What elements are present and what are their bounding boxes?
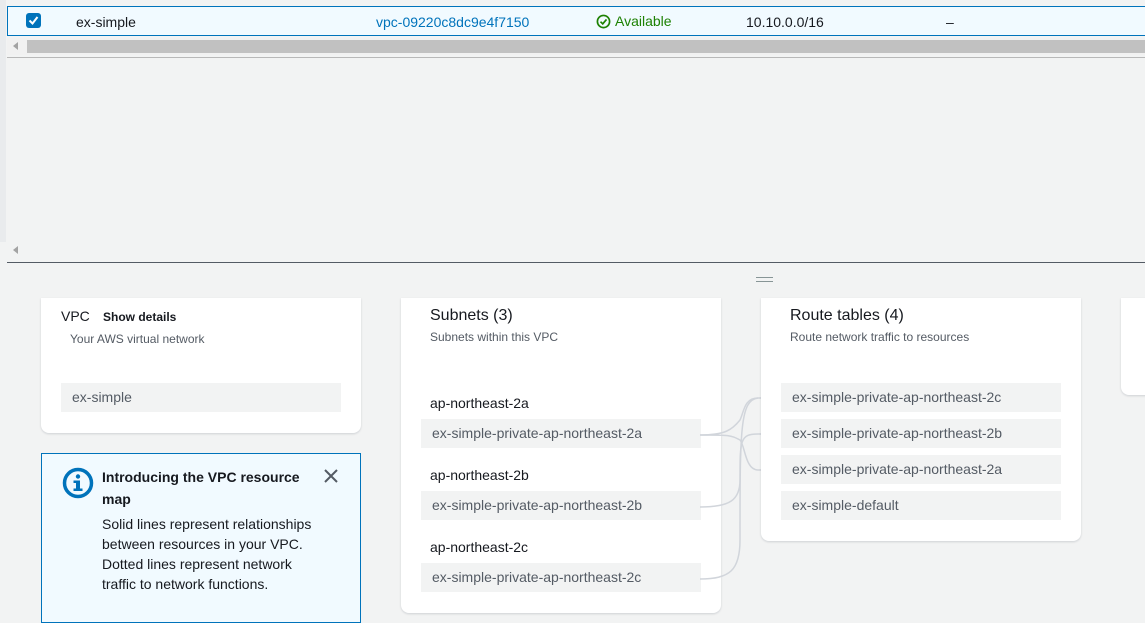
table-bottom-border — [7, 57, 1145, 58]
subnets-card: Subnets (3) Subnets within this VPC ap-n… — [401, 298, 721, 613]
resize-handle-icon[interactable] — [756, 277, 773, 283]
route-tables-card-title: Route tables (4) — [790, 307, 904, 324]
scroll-left-arrow-icon[interactable] — [13, 246, 18, 254]
az-label: ap-northeast-2a — [430, 395, 529, 411]
close-icon[interactable] — [324, 469, 338, 483]
vpc-id-link[interactable]: vpc-09220c8dc9e4f7150 — [376, 14, 529, 30]
scroll-left-arrow-icon[interactable] — [13, 42, 18, 50]
network-connections-card — [1121, 298, 1145, 395]
subnet-item[interactable]: ex-simple-private-ap-northeast-2a — [421, 419, 701, 448]
subnets-card-title: Subnets (3) — [430, 307, 513, 324]
vpc-card: VPC Show details Your AWS virtual networ… — [41, 298, 361, 433]
route-table-item[interactable]: ex-simple-private-ap-northeast-2b — [781, 419, 1061, 448]
row-checkbox[interactable] — [26, 13, 41, 28]
vpc-card-subtitle: Your AWS virtual network — [70, 332, 205, 346]
left-scrollbar[interactable] — [0, 0, 6, 242]
az-label: ap-northeast-2b — [430, 467, 529, 483]
route-table-item[interactable]: ex-simple-private-ap-northeast-2c — [781, 383, 1061, 412]
subnet-item[interactable]: ex-simple-private-ap-northeast-2c — [421, 563, 701, 592]
state-label: Available — [615, 13, 672, 29]
vpc-name-cell: ex-simple — [76, 14, 136, 30]
checkmark-icon — [28, 16, 39, 26]
show-details-link[interactable]: Show details — [103, 310, 176, 324]
scrollbar-thumb[interactable] — [27, 40, 1145, 53]
success-status-icon — [596, 14, 611, 28]
info-title: Introducing the VPC resource map — [102, 469, 300, 507]
route-tables-card: Route tables (4) Route network traffic t… — [761, 298, 1081, 541]
route-table-item[interactable]: ex-simple-private-ap-northeast-2a — [781, 455, 1061, 484]
route-tables-card-subtitle: Route network traffic to resources — [790, 330, 970, 344]
info-alert: Introducing the VPC resource map Solid l… — [41, 453, 361, 623]
state-cell: Available — [596, 13, 672, 29]
az-label: ap-northeast-2c — [430, 539, 529, 555]
horizontal-scrollbar[interactable] — [7, 38, 1145, 55]
extra-cell: – — [946, 14, 954, 30]
info-body: Solid lines represent relationships betw… — [102, 516, 312, 592]
subnets-card-subtitle: Subnets within this VPC — [430, 330, 559, 344]
vpc-item[interactable]: ex-simple — [61, 383, 341, 412]
table-row[interactable]: ex-simple vpc-09220c8dc9e4f7150 Availabl… — [7, 6, 1145, 36]
info-icon — [62, 467, 94, 499]
cidr-cell: 10.10.0.0/16 — [746, 14, 824, 30]
subnet-item[interactable]: ex-simple-private-ap-northeast-2b — [421, 491, 701, 520]
page-horizontal-scrollbar[interactable] — [7, 242, 1145, 260]
route-table-item[interactable]: ex-simple-default — [781, 491, 1061, 520]
vpc-card-title: VPC — [61, 308, 90, 324]
